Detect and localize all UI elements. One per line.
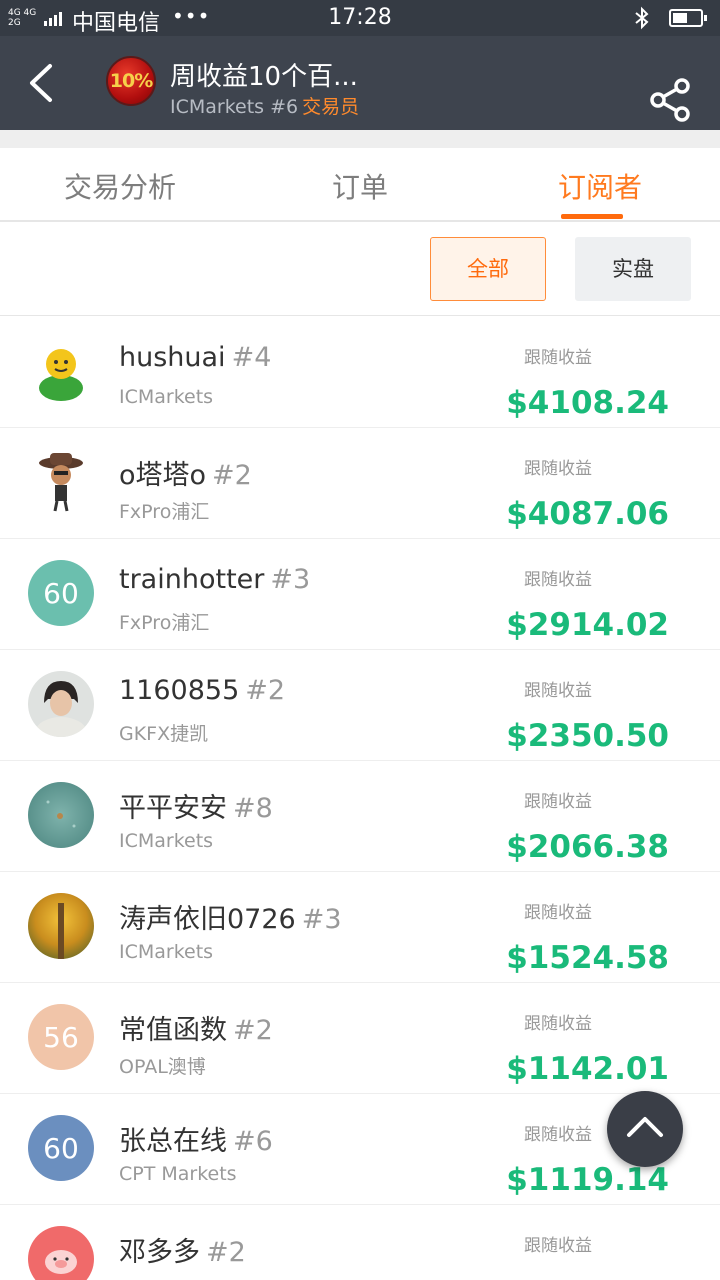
clock: 17:28 bbox=[328, 5, 392, 30]
back-button[interactable] bbox=[20, 60, 64, 106]
profit-value: $2066.38 bbox=[506, 829, 669, 865]
subscriber-broker: CPT Markets bbox=[119, 1163, 237, 1185]
active-tab-indicator bbox=[561, 214, 623, 219]
subscriber-name: 邓多多 #2 bbox=[119, 1230, 246, 1269]
subscriber-row[interactable]: o塔塔o #2 FxPro浦汇 跟随收益 $4087.06 bbox=[0, 428, 720, 539]
cowboy-avatar-icon bbox=[28, 449, 94, 515]
subscriber-name: 张总在线 #6 bbox=[119, 1119, 273, 1158]
subscriber-broker: FxPro浦汇 bbox=[119, 501, 210, 523]
subscriber-rank: #3 bbox=[301, 904, 342, 935]
subscriber-broker: ICMarkets bbox=[119, 830, 214, 852]
subscriber-row[interactable]: 56 常值函数 #2 OPAL澳博 跟随收益 $1142.01 bbox=[0, 983, 720, 1094]
subscriber-rank: #2 bbox=[233, 1015, 273, 1046]
autumn-tree-icon bbox=[28, 893, 94, 959]
profit-label: 跟随收益 bbox=[524, 903, 592, 923]
subscriber-broker: ICMarkets bbox=[119, 941, 214, 963]
filter-bar: 全部 实盘 bbox=[0, 222, 720, 316]
trader-role: 交易员 bbox=[302, 96, 360, 118]
chevron-up-icon bbox=[627, 1117, 663, 1137]
tab-subscribers[interactable]: 订阅者 bbox=[480, 166, 720, 206]
subscriber-avatar: 56 bbox=[28, 1004, 94, 1070]
subscriber-avatar: 60 bbox=[28, 560, 94, 626]
subscriber-name-text: 1160855 bbox=[119, 675, 240, 706]
bluetooth-icon bbox=[635, 6, 649, 30]
subscriber-name-text: trainhotter bbox=[119, 564, 265, 595]
tab-orders[interactable]: 订单 bbox=[240, 166, 480, 206]
share-icon[interactable] bbox=[646, 76, 694, 124]
subscriber-rank: #2 bbox=[212, 460, 252, 491]
battery-icon bbox=[669, 9, 707, 27]
pig-avatar-icon bbox=[28, 1226, 94, 1280]
subscriber-row[interactable]: hushuai #4 ICMarkets 跟随收益 $4108.24 bbox=[0, 317, 720, 428]
subscriber-name-text: hushuai bbox=[119, 342, 226, 373]
subscriber-rank: #2 bbox=[206, 1237, 246, 1268]
avatar-text: 60 bbox=[43, 1131, 79, 1165]
subscriber-rank: #3 bbox=[270, 564, 311, 595]
profit-value: $1142.01 bbox=[506, 1051, 669, 1087]
subscriber-name: trainhotter #3 bbox=[119, 564, 310, 595]
trader-broker-rank: ICMarkets #6 bbox=[170, 96, 299, 118]
app-header: 10% 周收益10个百... ICMarkets #6 交易员 bbox=[0, 36, 720, 130]
subscriber-rank: #2 bbox=[245, 675, 286, 706]
subscriber-name: 涛声依旧0726 #3 bbox=[119, 897, 342, 936]
trader-subtitle: ICMarkets #6 交易员 bbox=[170, 92, 359, 119]
trader-logo: 10% bbox=[106, 56, 156, 106]
profit-label: 跟随收益 bbox=[524, 459, 592, 479]
subscriber-name-text: o塔塔o bbox=[119, 460, 207, 491]
subscriber-name-text: 常值函数 bbox=[119, 1015, 227, 1046]
subscriber-name: 1160855 #2 bbox=[119, 675, 285, 706]
subscriber-row[interactable]: 60 trainhotter #3 FxPro浦汇 跟随收益 $2914.02 bbox=[0, 539, 720, 650]
person-photo-icon bbox=[28, 671, 94, 737]
subscriber-name: hushuai #4 bbox=[119, 342, 271, 373]
subscriber-name: 常值函数 #2 bbox=[119, 1008, 273, 1047]
profit-label: 跟随收益 bbox=[524, 348, 592, 368]
trader-title: 周收益10个百... bbox=[170, 62, 358, 92]
subscriber-rank: #6 bbox=[233, 1126, 273, 1157]
subscriber-name-text: 张总在线 bbox=[119, 1126, 227, 1157]
subscriber-rank: #8 bbox=[233, 793, 273, 824]
trader-logo-text: 10% bbox=[109, 70, 153, 92]
profit-label: 跟随收益 bbox=[524, 1014, 592, 1034]
profit-label: 跟随收益 bbox=[524, 1236, 592, 1256]
filter-real-button[interactable]: 实盘 bbox=[575, 237, 691, 301]
subscriber-avatar: 60 bbox=[28, 1115, 94, 1181]
header-divider bbox=[0, 130, 720, 148]
avatar-text: 60 bbox=[43, 576, 79, 610]
profit-value: $1524.58 bbox=[506, 940, 669, 976]
scroll-to-top-button[interactable] bbox=[607, 1091, 683, 1167]
subscriber-row[interactable]: 邓多多 #2 跟随收益 bbox=[0, 1205, 720, 1280]
subscriber-rank: #4 bbox=[231, 342, 272, 373]
profit-label: 跟随收益 bbox=[524, 681, 592, 701]
tab-trade-analysis[interactable]: 交易分析 bbox=[0, 166, 240, 206]
subscriber-broker: FxPro浦汇 bbox=[119, 612, 210, 634]
avatar-text: 56 bbox=[43, 1020, 79, 1054]
subscriber-name-text: 平平安安 bbox=[119, 793, 227, 824]
status-bar: 4G 4G 2G 中国电信 ••• 17:28 bbox=[0, 0, 720, 36]
subscriber-name: 平平安安 #8 bbox=[119, 786, 273, 825]
profit-value: $4087.06 bbox=[506, 496, 669, 532]
profit-value: $2350.50 bbox=[506, 718, 669, 754]
profit-label: 跟随收益 bbox=[524, 570, 592, 590]
subscriber-broker: ICMarkets bbox=[119, 386, 214, 408]
teal-texture-icon bbox=[28, 782, 94, 848]
subscriber-broker: GKFX捷凯 bbox=[119, 723, 209, 745]
subscriber-name: o塔塔o #2 bbox=[119, 453, 252, 492]
profit-value: $2914.02 bbox=[506, 607, 669, 643]
smiley-avatar-icon bbox=[28, 338, 94, 404]
profit-label: 跟随收益 bbox=[524, 792, 592, 812]
subscriber-row[interactable]: 涛声依旧0726 #3 ICMarkets 跟随收益 $1524.58 bbox=[0, 872, 720, 983]
subscriber-row[interactable]: 平平安安 #8 ICMarkets 跟随收益 $2066.38 bbox=[0, 761, 720, 872]
subscriber-name-text: 邓多多 bbox=[119, 1237, 200, 1268]
filter-all-button[interactable]: 全部 bbox=[430, 237, 546, 301]
profit-value: $1119.14 bbox=[506, 1162, 669, 1198]
profit-value: $4108.24 bbox=[506, 385, 669, 421]
tab-bar: 交易分析 订单 订阅者 bbox=[0, 148, 720, 222]
subscriber-row[interactable]: 1160855 #2 GKFX捷凯 跟随收益 $2350.50 bbox=[0, 650, 720, 761]
subscriber-broker: OPAL澳博 bbox=[119, 1056, 206, 1078]
subscriber-name-text: 涛声依旧0726 bbox=[119, 904, 296, 935]
